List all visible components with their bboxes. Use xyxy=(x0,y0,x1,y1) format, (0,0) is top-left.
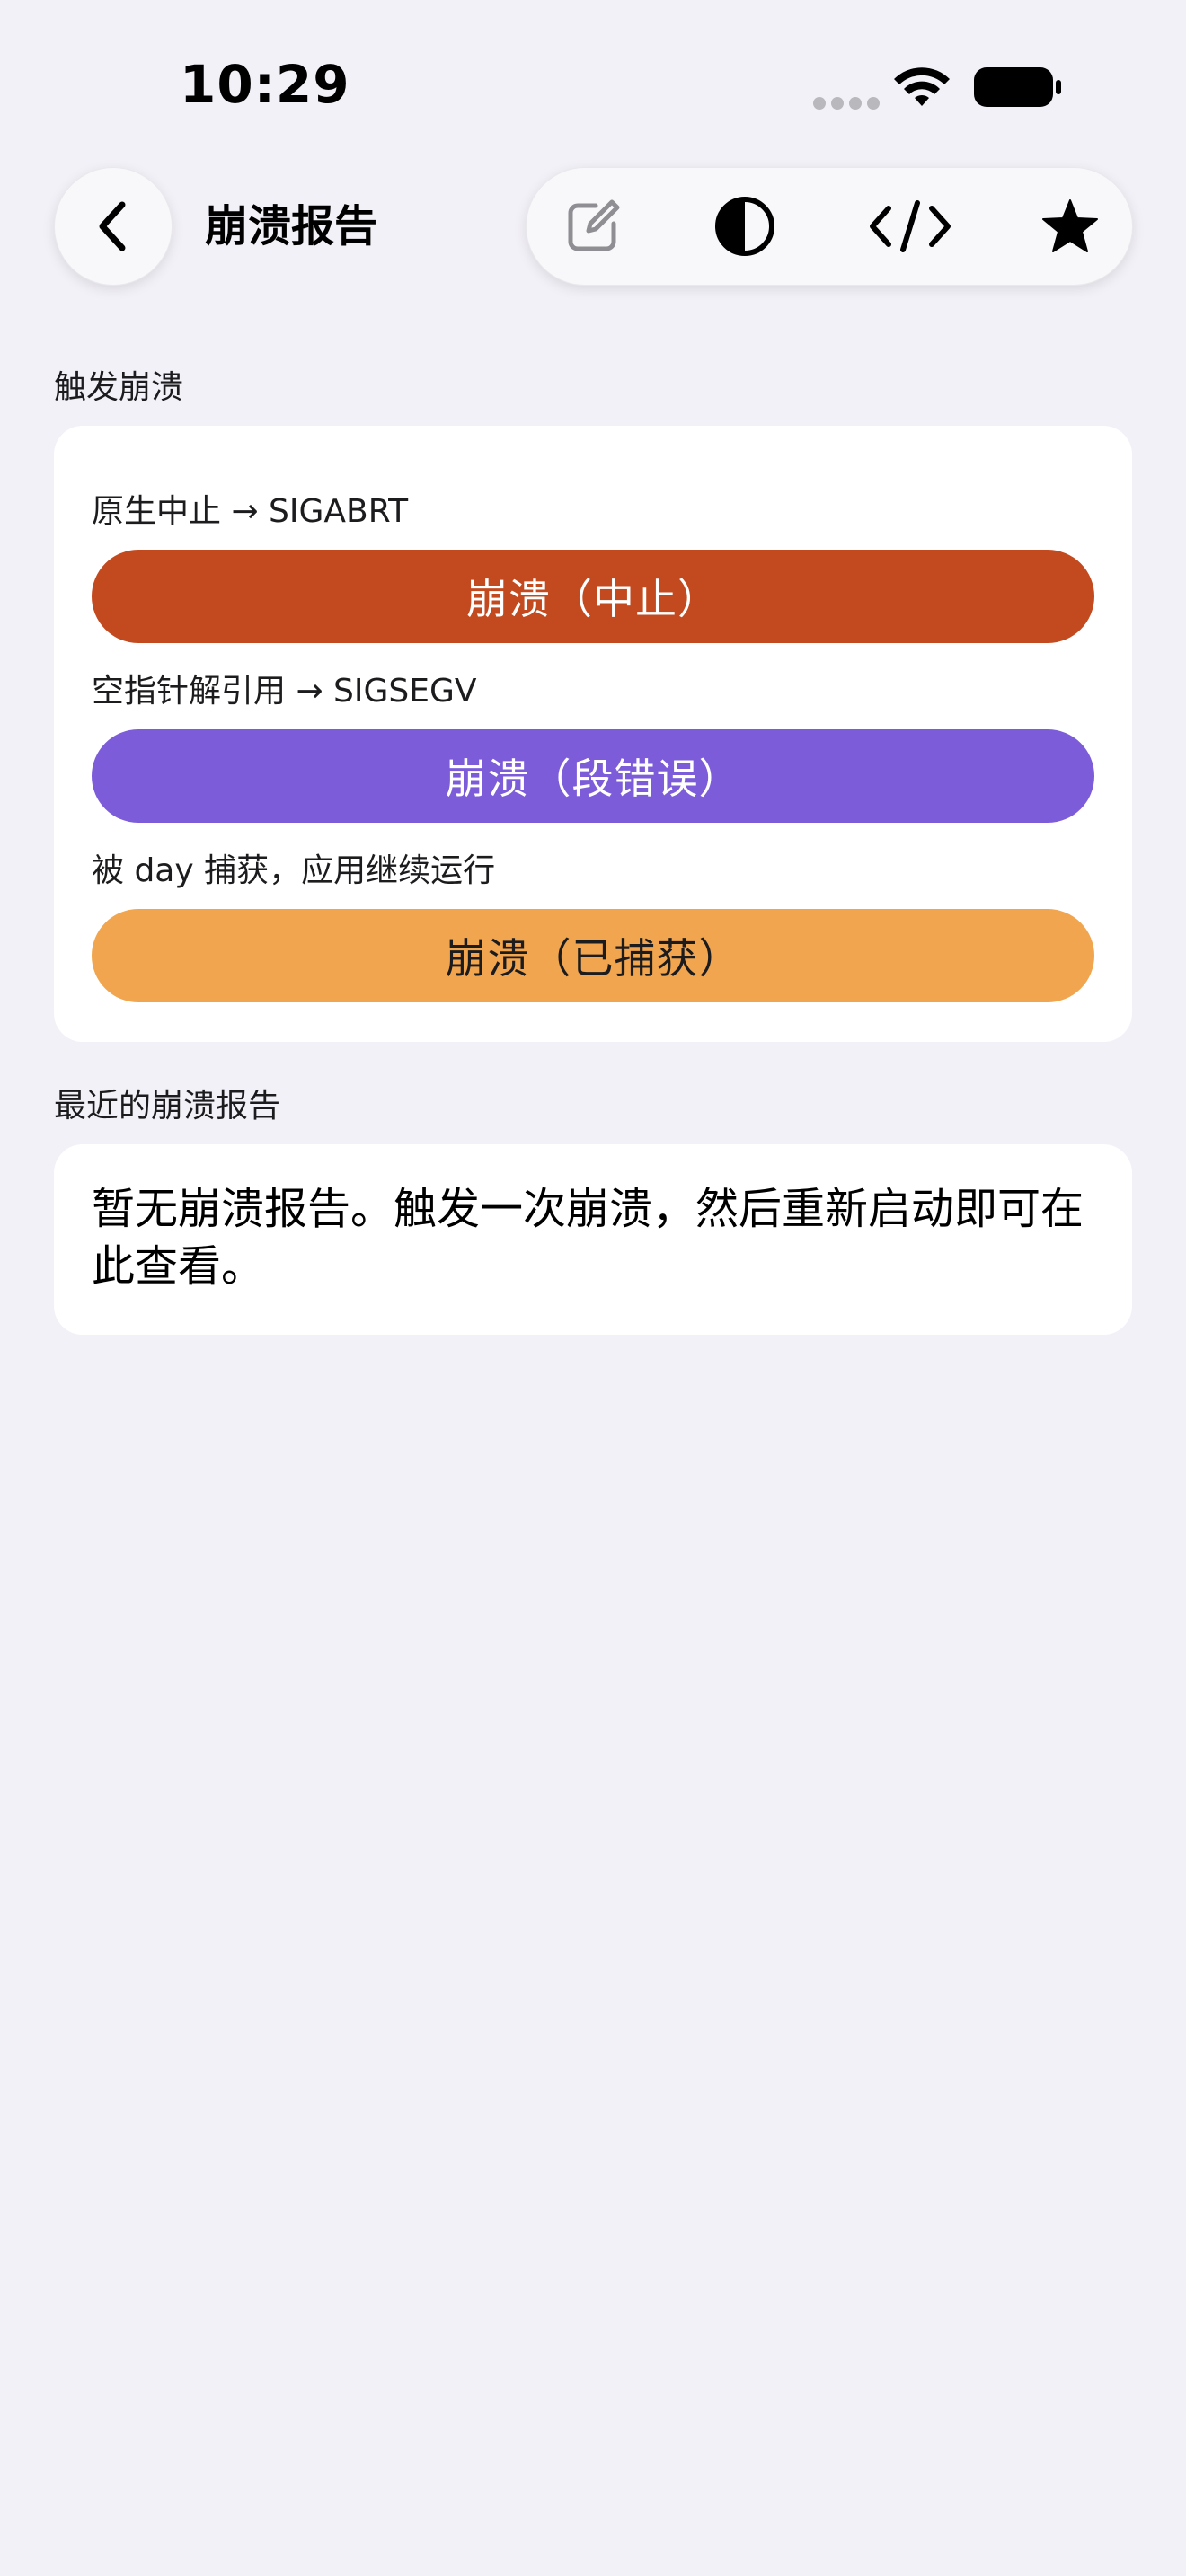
crash-caught-button[interactable]: 崩溃（已捕获） xyxy=(92,909,1094,1002)
section-header-recent: 最近的崩溃报告 xyxy=(54,1088,281,1125)
caught-caption: 被 day 捕获，应用继续运行 xyxy=(92,852,496,889)
recent-reports-card: 暂无崩溃报告。触发一次崩溃，然后重新启动即可在此查看。 xyxy=(54,1144,1132,1335)
favorite-button[interactable] xyxy=(1021,167,1120,286)
edit-icon xyxy=(568,199,620,251)
section-header-trigger: 触发崩溃 xyxy=(54,369,184,406)
page-title: 崩溃报告 xyxy=(205,201,378,251)
contrast-button[interactable] xyxy=(695,167,794,286)
back-button[interactable] xyxy=(54,167,173,286)
battery-icon xyxy=(974,67,1061,107)
chevron-left-icon xyxy=(99,201,126,251)
code-button[interactable] xyxy=(861,167,960,286)
signal-dots-icon xyxy=(813,97,880,110)
empty-state-message: 暂无崩溃报告。触发一次崩溃，然后重新启动即可在此查看。 xyxy=(92,1184,1084,1292)
edit-button[interactable] xyxy=(544,167,642,286)
crash-report-screen: 10:29 崩溃报告 触发崩溃 原生中止 → SIGABRT 崩溃（中止） 空指… xyxy=(0,0,1186,2576)
star-icon xyxy=(1042,199,1098,252)
abort-caption: 原生中止 → SIGABRT xyxy=(92,493,409,530)
toolbar xyxy=(526,167,1133,286)
wifi-icon xyxy=(894,67,950,106)
segfault-caption: 空指针解引用 → SIGSEGV xyxy=(92,673,477,710)
contrast-icon xyxy=(715,197,774,256)
code-icon xyxy=(870,200,951,252)
crash-abort-button[interactable]: 崩溃（中止） xyxy=(92,550,1094,643)
trigger-crash-card: 原生中止 → SIGABRT 崩溃（中止） 空指针解引用 → SIGSEGV 崩… xyxy=(54,426,1132,1042)
status-bar: 10:29 xyxy=(0,0,1186,162)
crash-segfault-button[interactable]: 崩溃（段错误） xyxy=(92,729,1094,823)
status-time: 10:29 xyxy=(180,54,350,115)
